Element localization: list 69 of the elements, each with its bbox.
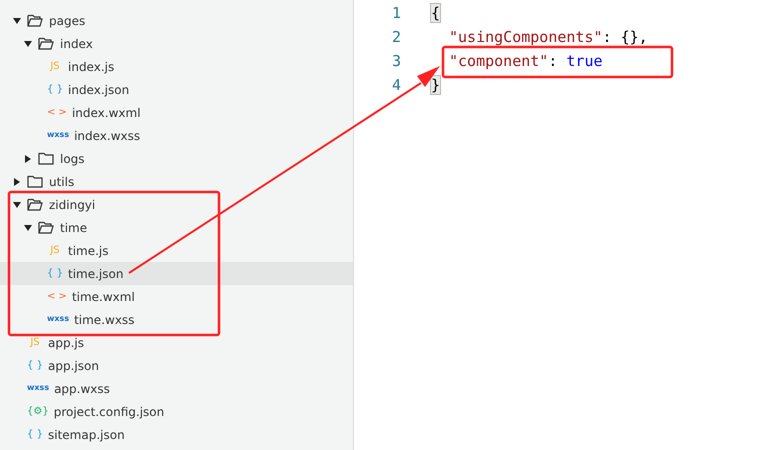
code-line: "usingComponents": {},: [449, 28, 648, 46]
file-name: app.wxss: [54, 382, 110, 396]
folder-name: index: [60, 36, 93, 50]
folder-icon: [27, 175, 43, 188]
file-type-icon: JS: [27, 336, 43, 349]
open-folder-icon: [27, 198, 43, 211]
file-name: index.wxss: [74, 128, 140, 142]
open-folder-icon: [38, 37, 54, 50]
file-type-icon: { }: [27, 359, 43, 372]
file-name: index.wxml: [72, 106, 141, 120]
open-folder-icon: [27, 14, 43, 27]
file-name: sitemap.json: [48, 428, 125, 442]
folder-row[interactable]: logs: [0, 147, 353, 170]
file-type-icon: wxss: [47, 314, 70, 325]
caret-right-icon[interactable]: [12, 178, 22, 186]
file-row[interactable]: { } time.json: [0, 262, 353, 285]
file-name: time.json: [68, 266, 124, 280]
file-name: project.config.json: [54, 404, 164, 418]
file-name: time.wxml: [72, 290, 135, 304]
line-number: 3: [390, 52, 401, 70]
file-row[interactable]: wxss app.wxss: [0, 377, 353, 400]
caret-down-icon[interactable]: [23, 224, 33, 232]
file-row[interactable]: {⚙} project.config.json: [0, 400, 353, 423]
file-type-icon: { }: [47, 83, 63, 96]
folder-row[interactable]: utils: [0, 170, 353, 193]
file-row[interactable]: { } sitemap.json: [0, 423, 353, 446]
file-type-icon: JS: [47, 244, 63, 257]
file-type-icon: { }: [27, 428, 43, 441]
caret-down-icon[interactable]: [12, 200, 22, 208]
folder-row[interactable]: index: [0, 32, 353, 55]
folder-name: logs: [60, 152, 85, 166]
folder-name: time: [60, 220, 88, 234]
line-number: 1: [390, 4, 401, 22]
file-type-icon: < >: [47, 290, 67, 303]
folder-name: pages: [49, 14, 86, 28]
file-type-icon: JS: [47, 60, 63, 73]
code-line: "component": true: [449, 52, 603, 70]
file-row[interactable]: < > index.wxml: [0, 101, 353, 124]
file-type-icon: wxss: [27, 383, 50, 394]
file-name: app.js: [48, 336, 84, 350]
folder-row[interactable]: zidingyi: [0, 193, 353, 216]
file-name: time.wxss: [74, 312, 134, 326]
line-number: 4: [390, 76, 401, 94]
file-type-icon: { }: [47, 267, 63, 280]
line-number: 2: [390, 28, 401, 46]
file-row[interactable]: JS app.js: [0, 331, 353, 354]
open-folder-icon: [38, 221, 54, 234]
file-row[interactable]: { } index.json: [0, 78, 353, 101]
file-type-icon: wxss: [47, 130, 70, 141]
folder-name: zidingyi: [49, 198, 96, 212]
file-row[interactable]: JS index.js: [0, 55, 353, 78]
file-row[interactable]: wxss time.wxss: [0, 308, 353, 331]
caret-right-icon[interactable]: [23, 154, 33, 162]
file-name: index.json: [68, 82, 130, 96]
folder-row[interactable]: pages: [0, 9, 353, 32]
folder-name: utils: [49, 174, 74, 188]
file-type-icon: < >: [47, 106, 67, 119]
file-type-icon: {⚙}: [27, 405, 49, 418]
folder-icon: [38, 152, 54, 165]
file-name: app.json: [48, 358, 99, 372]
file-row[interactable]: < > time.wxml: [0, 285, 353, 308]
folder-row[interactable]: time: [0, 216, 353, 239]
file-row[interactable]: JS time.js: [0, 239, 353, 262]
file-row[interactable]: wxss index.wxss: [0, 124, 353, 147]
caret-down-icon[interactable]: [12, 16, 22, 24]
file-row[interactable]: { } app.json: [0, 354, 353, 377]
caret-down-icon[interactable]: [23, 40, 33, 48]
file-name: index.js: [68, 60, 114, 74]
file-name: time.js: [68, 244, 109, 258]
